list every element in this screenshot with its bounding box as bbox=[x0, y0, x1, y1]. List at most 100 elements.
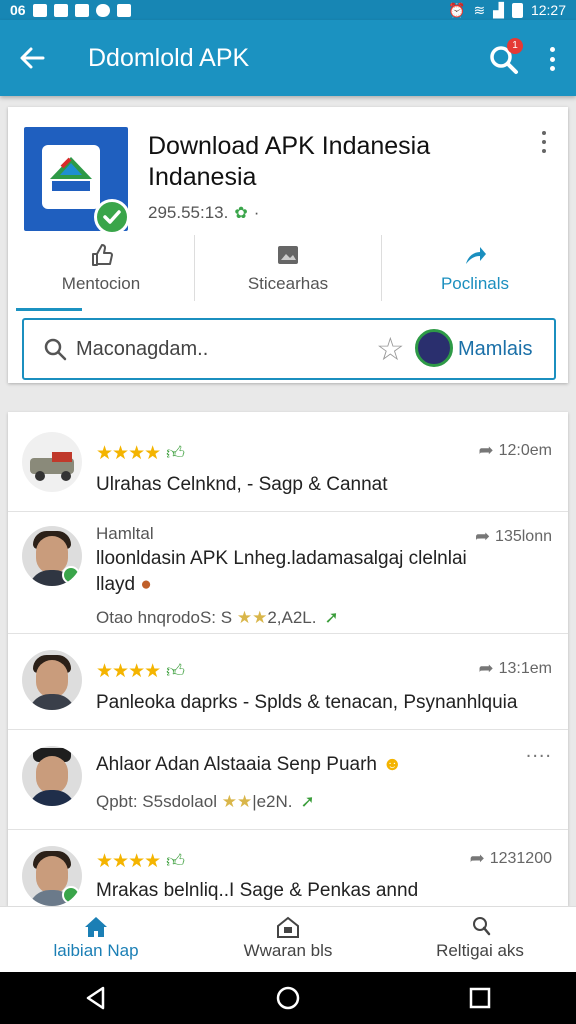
review-list: ★★★★ 👍︎ ➦ 12:0em Ulrahas Celnknd, - Sagp &… bbox=[8, 412, 568, 906]
review-subline: Otao hnqrodoS: S ★★2,A2L. ➚ bbox=[96, 608, 339, 627]
notification-badge: 1 bbox=[507, 38, 523, 54]
review-subline: Qpbt: S5sdolaol ★★|e2N. ➚ bbox=[96, 792, 315, 811]
app-card-menu-button[interactable] bbox=[538, 131, 550, 153]
review-user: Hamltal bbox=[96, 524, 154, 543]
star-outline-icon[interactable]: ☆ bbox=[376, 332, 405, 366]
list-item[interactable]: ★★★★ 👍︎ ➦ 12:0em Ulrahas Celnknd, - Sagp &… bbox=[8, 412, 568, 512]
system-navigation-bar bbox=[0, 972, 576, 1024]
reply-icon[interactable]: ➦ bbox=[479, 440, 494, 461]
page-title: Ddomlold APK bbox=[88, 43, 250, 72]
review-time: ➦ 12:0em bbox=[479, 440, 552, 461]
action-screenshots[interactable]: Sticearhas bbox=[194, 235, 381, 301]
more-icon[interactable]: .... bbox=[526, 740, 552, 763]
status-text: 06 bbox=[10, 2, 26, 18]
nav-search[interactable]: Reltigai aks bbox=[384, 907, 576, 972]
nav-label: Wwaran bls bbox=[243, 940, 333, 960]
time-label: 1231200 bbox=[489, 849, 552, 867]
notification-icon bbox=[74, 3, 89, 17]
app-title-line2: Indanesia bbox=[148, 163, 257, 191]
review-text: Mrakas belnliq..I Sage & Penkas annd bbox=[96, 880, 419, 901]
search-person-icon bbox=[473, 917, 491, 936]
rating-stars: ★★ bbox=[221, 792, 253, 811]
review-text: Ahlaor Adan Alstaaia Senp Puarh ☻ bbox=[96, 754, 403, 775]
review-text: lloonldasin APK Lnheg.ladamasalgaj cleln… bbox=[96, 548, 467, 569]
reply-icon[interactable]: ➦ bbox=[479, 658, 494, 679]
avatar bbox=[22, 746, 82, 806]
star-rating: ★★★★ 👍︎ bbox=[96, 660, 185, 683]
thumbs-up-icon: 👍︎ bbox=[166, 851, 185, 871]
review-time: ➦ 13:1em bbox=[479, 658, 552, 679]
back-button[interactable] bbox=[0, 20, 64, 96]
notification-icon bbox=[53, 3, 68, 17]
share-icon[interactable]: ➚ bbox=[324, 608, 338, 627]
badge-avatar[interactable] bbox=[415, 329, 453, 367]
share-icon[interactable]: ➚ bbox=[301, 792, 315, 811]
avatar bbox=[22, 846, 82, 906]
rating-stars: ★★ bbox=[236, 608, 268, 627]
back-arrow-icon bbox=[20, 47, 45, 69]
verified-icon bbox=[62, 566, 80, 584]
avatar bbox=[22, 526, 82, 586]
youtube-icon bbox=[95, 3, 110, 17]
home-circle-icon[interactable] bbox=[274, 984, 302, 1012]
app-title: Download APK Indanesia Indanesia bbox=[148, 131, 528, 193]
thumbs-up-icon: 👍︎ bbox=[166, 443, 185, 463]
wifi-icon: ≋ bbox=[473, 1, 486, 18]
action-mention[interactable]: Mentocion bbox=[8, 235, 194, 301]
app-detail-card: Download APK Indanesia Indanesia 295.55:… bbox=[8, 107, 568, 383]
back-triangle-icon[interactable] bbox=[82, 984, 110, 1012]
alarm-icon: ⏰ bbox=[448, 1, 466, 18]
status-bar: 06 ⏰ ≋ ▟ 12:27 bbox=[0, 0, 576, 20]
dot-icon: · bbox=[253, 203, 260, 222]
rating-stars: ★★★★ bbox=[96, 851, 161, 872]
library-icon bbox=[277, 916, 299, 938]
recents-square-icon[interactable] bbox=[466, 984, 494, 1012]
nav-home[interactable]: laibian Nap bbox=[0, 907, 192, 972]
verified-check-icon bbox=[94, 199, 130, 235]
action-label: Sticearhas bbox=[247, 274, 329, 293]
action-label: Poclinals bbox=[440, 274, 510, 293]
avatar bbox=[22, 432, 82, 492]
app-meta-text: 295.55:13. bbox=[148, 203, 229, 222]
review-text: Panleoka daprks - Splds & tenacan, Psyna… bbox=[96, 692, 518, 713]
share-icon bbox=[466, 247, 486, 264]
review-time: ➦ 1231200 bbox=[470, 848, 552, 869]
clock: 12:27 bbox=[530, 2, 566, 18]
star-rating: ★★★★ 👍︎ bbox=[96, 442, 185, 465]
thumb-icon bbox=[92, 244, 113, 266]
overflow-menu-button[interactable] bbox=[538, 44, 566, 74]
emoji-icon: ● bbox=[140, 574, 152, 595]
time-label: 12:0em bbox=[498, 441, 552, 459]
nav-label: Reltigai aks bbox=[436, 940, 524, 960]
reply-icon[interactable]: ➦ bbox=[475, 526, 490, 547]
app-logo-mark bbox=[42, 145, 100, 209]
review-text: Ulrahas Celnknd, - Sagp & Cannat bbox=[96, 474, 388, 495]
screenshots-icon bbox=[278, 246, 298, 264]
battery-icon bbox=[511, 2, 523, 18]
reply-icon[interactable]: ➦ bbox=[470, 848, 485, 869]
search-field[interactable]: Maconagdam.. ☆ Mamlais bbox=[22, 318, 556, 380]
nav-library[interactable]: Wwaran bls bbox=[192, 907, 384, 972]
image-icon bbox=[116, 3, 131, 17]
review-text-line2: llayd ● bbox=[96, 574, 152, 595]
notification-icon bbox=[32, 3, 47, 17]
time-label: 135lonn bbox=[495, 527, 552, 545]
status-right: ⏰ ≋ ▟ 12:27 bbox=[448, 2, 566, 19]
app-actions: Mentocion Sticearhas Poclinals bbox=[8, 235, 568, 301]
rating-stars: ★★★★ bbox=[96, 443, 161, 464]
search-action-label[interactable]: Mamlais bbox=[458, 338, 532, 361]
review-time: ➦ 135lonn bbox=[475, 526, 552, 547]
home-icon bbox=[85, 917, 107, 937]
action-share[interactable]: Poclinals bbox=[381, 235, 568, 301]
star-rating: ★★★★ 👍︎ bbox=[96, 850, 185, 873]
app-logo[interactable] bbox=[24, 127, 130, 235]
tab-indicator bbox=[16, 308, 82, 311]
list-item[interactable]: Hamltal ➦ 135lonn lloonldasin APK Lnheg.l… bbox=[8, 512, 568, 634]
avatar bbox=[22, 650, 82, 710]
list-item[interactable]: ★★★★ 👍︎ ➦ 1231200 Mrakas belnliq..I Sage &… bbox=[8, 830, 568, 906]
action-label: Mentocion bbox=[61, 274, 141, 293]
list-item[interactable]: .... Ahlaor Adan Alstaaia Senp Puarh ☻ Q… bbox=[8, 730, 568, 830]
list-item[interactable]: ★★★★ 👍︎ ➦ 13:1em Panleoka daprks - Splds &… bbox=[8, 634, 568, 730]
app-meta: 295.55:13. ✿ · bbox=[148, 203, 259, 223]
verified-icon bbox=[62, 886, 80, 904]
